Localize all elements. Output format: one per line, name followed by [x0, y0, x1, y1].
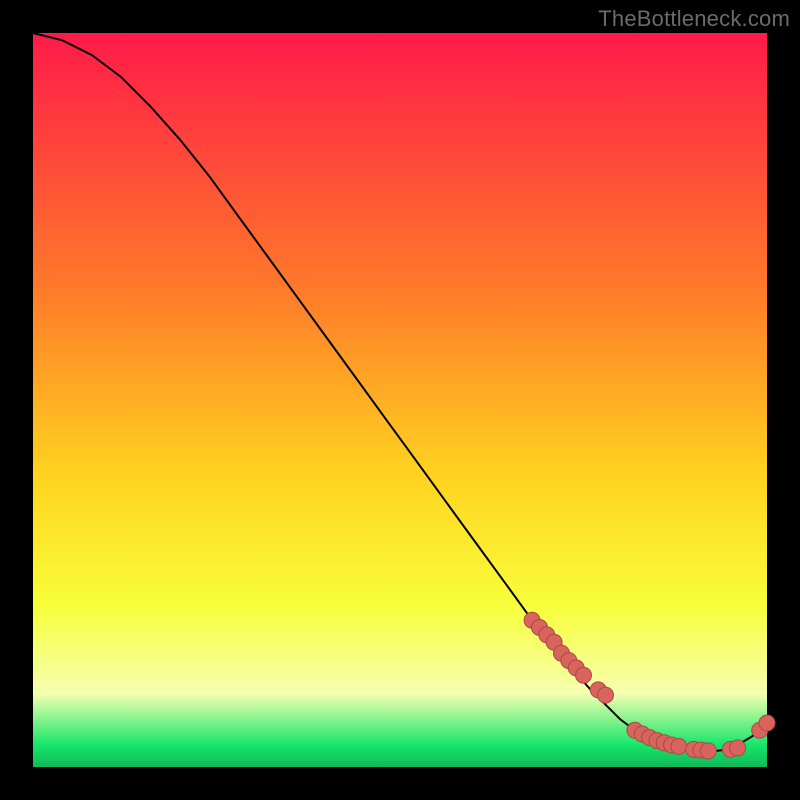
data-marker — [598, 687, 614, 703]
data-marker — [700, 743, 716, 759]
chart-svg — [0, 0, 800, 800]
watermark-text: TheBottleneck.com — [598, 6, 790, 32]
data-marker — [671, 738, 687, 754]
chart-stage: TheBottleneck.com — [0, 0, 800, 800]
data-marker — [576, 667, 592, 683]
data-marker — [730, 740, 746, 756]
data-marker — [759, 715, 775, 731]
plot-background — [33, 33, 767, 767]
